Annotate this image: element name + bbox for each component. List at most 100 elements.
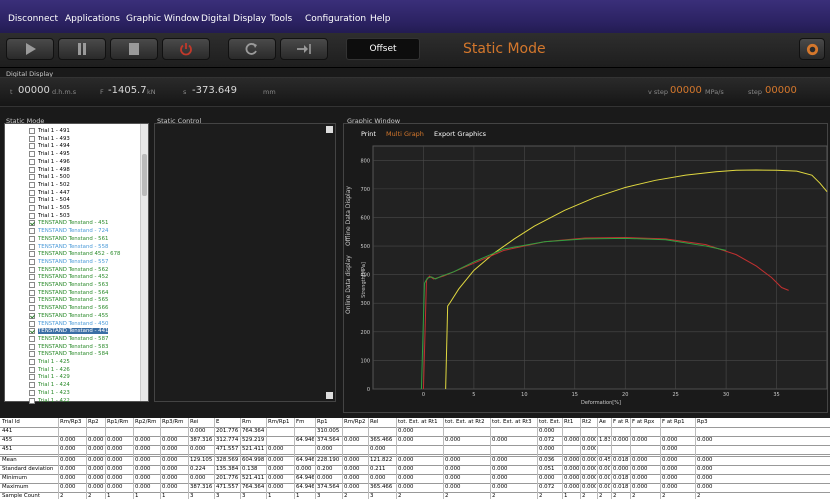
table-header-cell: Trial Id [2, 419, 20, 425]
trial-checkbox[interactable] [29, 243, 35, 250]
menu-graphic-window[interactable]: Graphic Window [126, 14, 199, 24]
scroll-down-icon[interactable] [326, 392, 333, 399]
trial-checkbox[interactable] [29, 181, 35, 188]
x-axis-label: Deformation[%] [581, 400, 621, 406]
t-unit: d.h.m.s [52, 88, 77, 96]
stat-cell: 2 [445, 493, 449, 499]
table-header-cell: Rp3/Rm [162, 419, 184, 425]
stat-cell: 0.000 [662, 475, 678, 481]
trial-checkbox[interactable] [29, 289, 35, 296]
trial-checkbox[interactable] [29, 351, 35, 358]
menu-applications[interactable]: Applications [65, 14, 120, 24]
trial-checkbox[interactable] [29, 320, 35, 327]
trial-list-item[interactable]: Trial 1 - 422 [29, 397, 70, 405]
x-tick-label: 20 [622, 392, 628, 398]
trial-list-scrollbar[interactable] [140, 124, 148, 401]
menu-configuration[interactable]: Configuration [305, 14, 366, 24]
trial-checkbox[interactable] [29, 335, 35, 342]
menu-digital-display[interactable]: Digital Display [201, 14, 266, 24]
scroll-up-icon[interactable] [326, 126, 333, 133]
trial-checkbox[interactable] [29, 282, 35, 288]
table-header-cell: tot. Ext. at Rei [539, 419, 561, 425]
move-to-button[interactable] [280, 38, 328, 60]
trial-checkbox[interactable] [29, 189, 35, 196]
trial-checkbox[interactable] [29, 297, 35, 304]
table-cell: 529.219 [242, 437, 265, 443]
stat-cell: 2 [632, 493, 636, 499]
trial-checkbox[interactable] [29, 151, 35, 158]
trial-checkbox[interactable] [29, 220, 35, 227]
stat-cell: 0.000 [599, 484, 610, 490]
trial-checkbox[interactable] [29, 205, 35, 211]
trial-checkbox[interactable] [29, 228, 35, 235]
x-tick-label: 35 [773, 392, 779, 398]
stat-cell: 2 [599, 493, 603, 499]
table-header-cell: F at Rp1 [662, 419, 685, 425]
trial-checkbox[interactable] [29, 328, 35, 335]
trial-checkbox[interactable] [29, 174, 35, 181]
trial-label: Trial 1 - 425 [38, 359, 70, 365]
table-column-divider [240, 418, 241, 499]
trial-checkbox[interactable] [29, 359, 35, 365]
stress-strain-chart: 0 5 10 15 20 25 30 350100200300400500600700800 … [360, 145, 828, 406]
trial-checkbox[interactable] [29, 397, 35, 404]
table-cell: 0.000 [445, 437, 461, 443]
trial-checkbox[interactable] [29, 374, 35, 381]
emergency-button[interactable] [799, 38, 825, 60]
trial-checkbox[interactable] [29, 158, 35, 165]
trial-label: Trial 1 - 502 [38, 181, 70, 188]
table-cell: 0.000 [107, 446, 123, 452]
stat-cell: 0.000 [445, 466, 461, 472]
trial-label: TENSTAND Tenstand 452 - 678 [38, 251, 121, 258]
table-cell: 0.000 [539, 428, 555, 434]
trial-checkbox[interactable] [29, 197, 35, 204]
menu-help[interactable]: Help [370, 14, 391, 24]
trial-list: Trial 1 - 491 Trial 1 - 493 Trial 1 - 494 T… [4, 123, 149, 405]
trial-checkbox[interactable] [29, 135, 35, 142]
stat-cell: 0.000 [582, 475, 596, 481]
trial-checkbox[interactable] [29, 312, 35, 319]
table-header-cell: tot. Ext. at Rt1 [398, 419, 438, 425]
multi-graph-tab[interactable]: Multi Graph [386, 130, 424, 138]
table-column-divider [660, 418, 661, 499]
trial-checkbox[interactable] [29, 251, 35, 258]
trial-checkbox[interactable] [29, 274, 35, 281]
trial-label: TENSTAND Tenstand - 451 [38, 220, 109, 227]
stat-cell: 0.000 [445, 484, 461, 490]
trial-checkbox[interactable] [29, 389, 35, 396]
y-tick-label: 500 [360, 244, 370, 250]
table-column-divider [315, 418, 316, 499]
pause-button[interactable] [58, 38, 106, 60]
stat-cell: 0.000 [599, 475, 610, 481]
trial-checkbox[interactable] [29, 305, 35, 312]
trial-checkbox[interactable] [29, 366, 35, 373]
table-column-divider [294, 418, 295, 499]
table-cell: 521.411 [242, 446, 265, 452]
table-header-cell: Rt2 [582, 419, 592, 425]
trial-checkbox[interactable] [29, 382, 35, 389]
scrollbar-thumb[interactable] [142, 154, 147, 196]
trial-checkbox[interactable] [29, 258, 35, 265]
graph-tabs: Print Multi Graph Export Graphics [361, 130, 486, 138]
reset-button[interactable] [228, 38, 276, 60]
stop-button[interactable] [110, 38, 158, 60]
stat-cell: 0.018 [613, 475, 629, 481]
table-header-cell: F at Rp2 [613, 419, 629, 425]
menu-tools[interactable]: Tools [270, 14, 292, 24]
menu-disconnect[interactable]: Disconnect [8, 14, 58, 24]
trial-checkbox[interactable] [29, 166, 35, 173]
export-graphics-tab[interactable]: Export Graphics [434, 130, 486, 138]
stat-cell: 0.072 [539, 484, 555, 490]
offset-button[interactable]: Offset [346, 38, 420, 60]
trial-label: Trial 1 - 424 [38, 382, 70, 389]
trial-checkbox[interactable] [29, 143, 35, 150]
play-button[interactable] [6, 38, 54, 60]
table-cell: 0.000 [317, 446, 333, 452]
trial-checkbox[interactable] [29, 266, 35, 273]
trial-checkbox[interactable] [29, 128, 35, 134]
trial-checkbox[interactable] [29, 343, 35, 350]
trial-checkbox[interactable] [29, 212, 35, 219]
power-button[interactable] [162, 38, 210, 60]
trial-checkbox[interactable] [29, 235, 35, 242]
print-tab[interactable]: Print [361, 130, 376, 138]
